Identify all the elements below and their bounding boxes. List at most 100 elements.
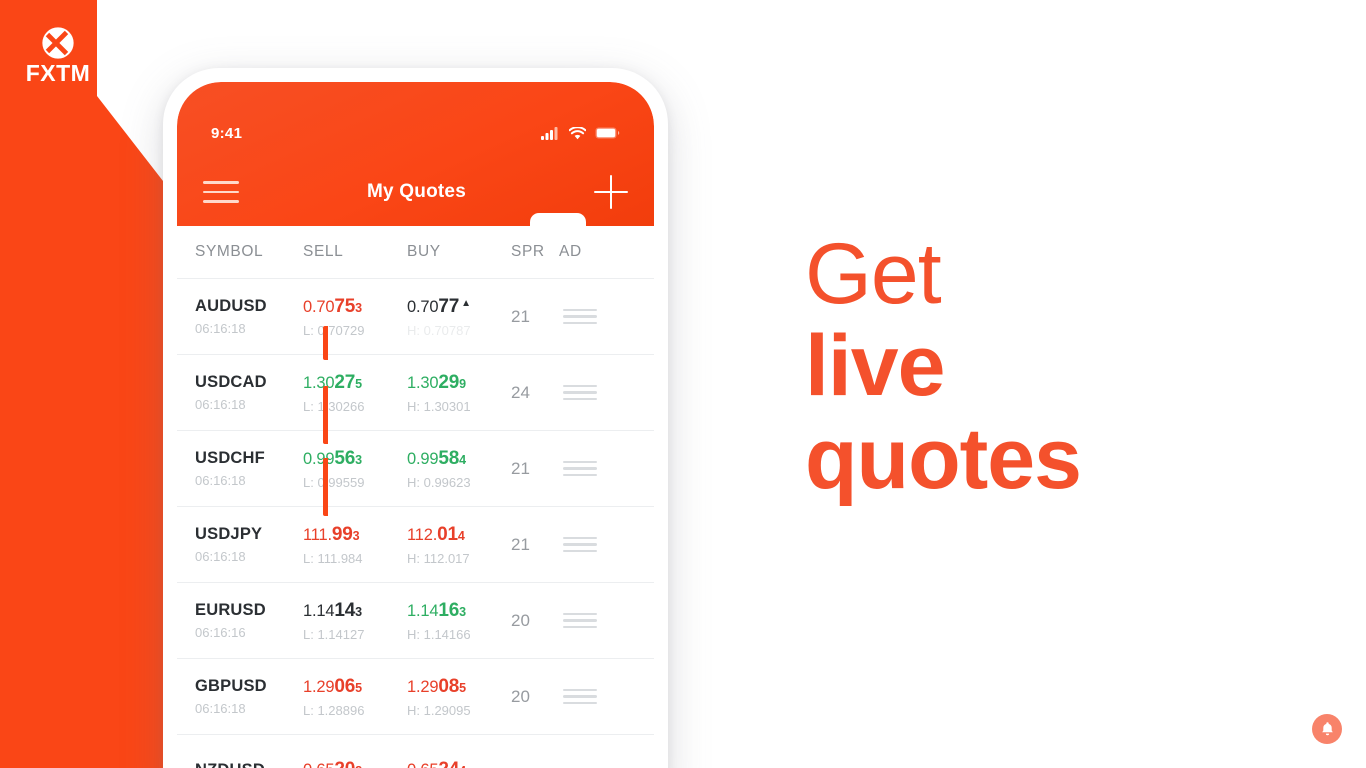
- drag-handle-icon[interactable]: [559, 536, 623, 553]
- drag-handle-icon[interactable]: [559, 688, 623, 705]
- cell-symbol: NZDUSD: [195, 761, 303, 768]
- symbol-name: USDCAD: [195, 373, 267, 391]
- price-value: 1.14163: [407, 599, 466, 621]
- symbol-time: 06:16:18: [195, 701, 246, 716]
- symbol-name: GBPUSD: [195, 677, 267, 695]
- price-value: 0.65244: [407, 759, 511, 768]
- price-value: 0.99584: [407, 447, 466, 469]
- column-header-ad: AD: [559, 243, 582, 260]
- symbol-time: 06:16:18: [195, 321, 246, 336]
- price-value: 0.65208: [303, 759, 407, 768]
- symbol-name: USDJPY: [195, 525, 263, 543]
- cell-spread: 20: [511, 686, 530, 706]
- column-header-spread: SPR: [511, 243, 545, 260]
- symbol-time: 06:16:16: [195, 625, 246, 640]
- notification-button[interactable]: [1312, 714, 1342, 744]
- headline-line-1: Get: [805, 226, 942, 322]
- table-row[interactable]: EURUSD 06:16:16 1.14143 L: 1.14127 1.14163 H:…: [177, 582, 654, 658]
- screen-notch: [530, 213, 586, 227]
- cell-buy: 112.014 H: 112.017: [407, 524, 511, 566]
- price-value: 0.99563: [303, 447, 362, 469]
- phone-button-mute: [323, 326, 328, 360]
- price-range: L: 1.30266: [303, 398, 365, 414]
- promo-banner: FXTM 9:41 My Quotes SYMBOL SELL BUY SPR …: [0, 0, 1366, 768]
- app-nav-bar: My Quotes: [177, 164, 654, 220]
- price-range: H: 1.14166: [407, 626, 471, 642]
- status-bar: 9:41: [177, 122, 654, 144]
- price-value: 1.30275: [303, 371, 362, 393]
- price-range: L: 0.99559: [303, 474, 365, 490]
- symbol-name: NZDUSD: [195, 761, 303, 768]
- symbol-time: 06:16:18: [195, 397, 246, 412]
- table-row[interactable]: USDCHF 06:16:18 0.99563 L: 0.99559 0.99584 H:…: [177, 430, 654, 506]
- cell-sell: 111.993 L: 111.984: [303, 524, 407, 566]
- table-row[interactable]: USDJPY 06:16:18 111.993 L: 111.984 112.014 H:…: [177, 506, 654, 582]
- price-range: H: 0.99623: [407, 474, 471, 490]
- drag-handle-icon[interactable]: [559, 384, 623, 401]
- brand-panel: [0, 0, 170, 768]
- status-icons: [541, 126, 620, 140]
- table-row[interactable]: AUDUSD 06:16:18 0.70753 L: 0.70729 0.7077 ▲ H:…: [177, 278, 654, 354]
- fxtm-circle-x-icon: [42, 27, 74, 59]
- fxtm-logo: FXTM: [18, 26, 98, 85]
- app-header: 9:41 My Quotes: [177, 82, 654, 227]
- cell-buy: 1.14163 H: 1.14166: [407, 600, 511, 642]
- phone-mockup: 9:41 My Quotes SYMBOL SELL BUY SPR AD AU…: [163, 68, 668, 768]
- drag-handle-icon[interactable]: [559, 460, 623, 477]
- cell-symbol: USDJPY 06:16:18: [195, 525, 303, 564]
- cell-sell: 1.30275 L: 1.30266: [303, 372, 407, 414]
- cell-sell: 1.29065 L: 1.28896: [303, 676, 407, 718]
- drag-handle-icon[interactable]: [559, 308, 623, 325]
- symbol-name: USDCHF: [195, 449, 265, 467]
- symbol-time: 06:16:18: [195, 549, 246, 564]
- hamburger-menu-icon[interactable]: [203, 179, 239, 205]
- cell-sell: 0.65208: [303, 759, 407, 768]
- cell-spread: 20: [511, 610, 530, 630]
- price-range: H: 1.30301: [407, 398, 471, 414]
- symbol-name: AUDUSD: [195, 297, 267, 315]
- bell-icon: [1321, 722, 1333, 736]
- cell-buy: 0.99584 H: 0.99623: [407, 448, 511, 490]
- cell-buy: 1.29085 H: 1.29095: [407, 676, 511, 718]
- quote-list: AUDUSD 06:16:18 0.70753 L: 0.70729 0.7077 ▲ H:…: [177, 278, 654, 768]
- table-column-headers: SYMBOL SELL BUY SPR AD: [177, 226, 654, 278]
- price-value: 1.29085: [407, 675, 466, 697]
- symbol-name: EURUSD: [195, 601, 266, 619]
- table-row[interactable]: USDCAD 06:16:18 1.30275 L: 1.30266 1.30299 H:…: [177, 354, 654, 430]
- column-header-symbol: SYMBOL: [195, 243, 264, 260]
- cell-spread: 24: [511, 382, 530, 402]
- price-value: 0.7077 ▲: [407, 295, 471, 317]
- headline-line-2: live: [805, 318, 945, 415]
- cell-symbol: USDCHF 06:16:18: [195, 449, 303, 488]
- phone-button-volume-down: [323, 458, 328, 516]
- price-value: 112.014: [407, 523, 465, 545]
- symbol-time: 06:16:18: [195, 473, 246, 488]
- column-header-sell: SELL: [303, 243, 344, 260]
- price-value: 1.29065: [303, 675, 362, 697]
- price-value: 111.993: [303, 523, 360, 545]
- page-title: My Quotes: [367, 181, 466, 202]
- phone-button-volume-up: [323, 386, 328, 444]
- signal-icon: [541, 126, 558, 140]
- price-range: H: 112.017: [407, 550, 470, 566]
- phone-screen: 9:41 My Quotes SYMBOL SELL BUY SPR AD AU…: [177, 82, 654, 768]
- price-range: L: 0.70729: [303, 322, 365, 338]
- headline: Get live quotes: [805, 226, 1082, 507]
- price-range: L: 1.28896: [303, 702, 365, 718]
- wifi-icon: [569, 126, 586, 139]
- headline-line-3: quotes: [805, 410, 1082, 507]
- column-header-buy: BUY: [407, 243, 441, 260]
- plus-icon[interactable]: [594, 175, 628, 209]
- price-range: H: 1.29095: [407, 702, 471, 718]
- table-row[interactable]: NZDUSD0.652080.65244: [177, 734, 654, 768]
- cell-spread: 21: [511, 534, 530, 554]
- table-row[interactable]: GBPUSD 06:16:18 1.29065 L: 1.28896 1.29085 H:…: [177, 658, 654, 734]
- price-range: L: 111.984: [303, 550, 363, 566]
- cell-symbol: USDCAD 06:16:18: [195, 373, 303, 412]
- price-range: H: 0.70787: [407, 322, 471, 338]
- drag-handle-icon[interactable]: [559, 612, 623, 629]
- cell-buy: 0.7077 ▲ H: 0.70787: [407, 296, 511, 338]
- status-time: 9:41: [211, 124, 243, 142]
- price-value: 0.70753: [303, 295, 362, 317]
- cell-symbol: AUDUSD 06:16:18: [195, 297, 303, 336]
